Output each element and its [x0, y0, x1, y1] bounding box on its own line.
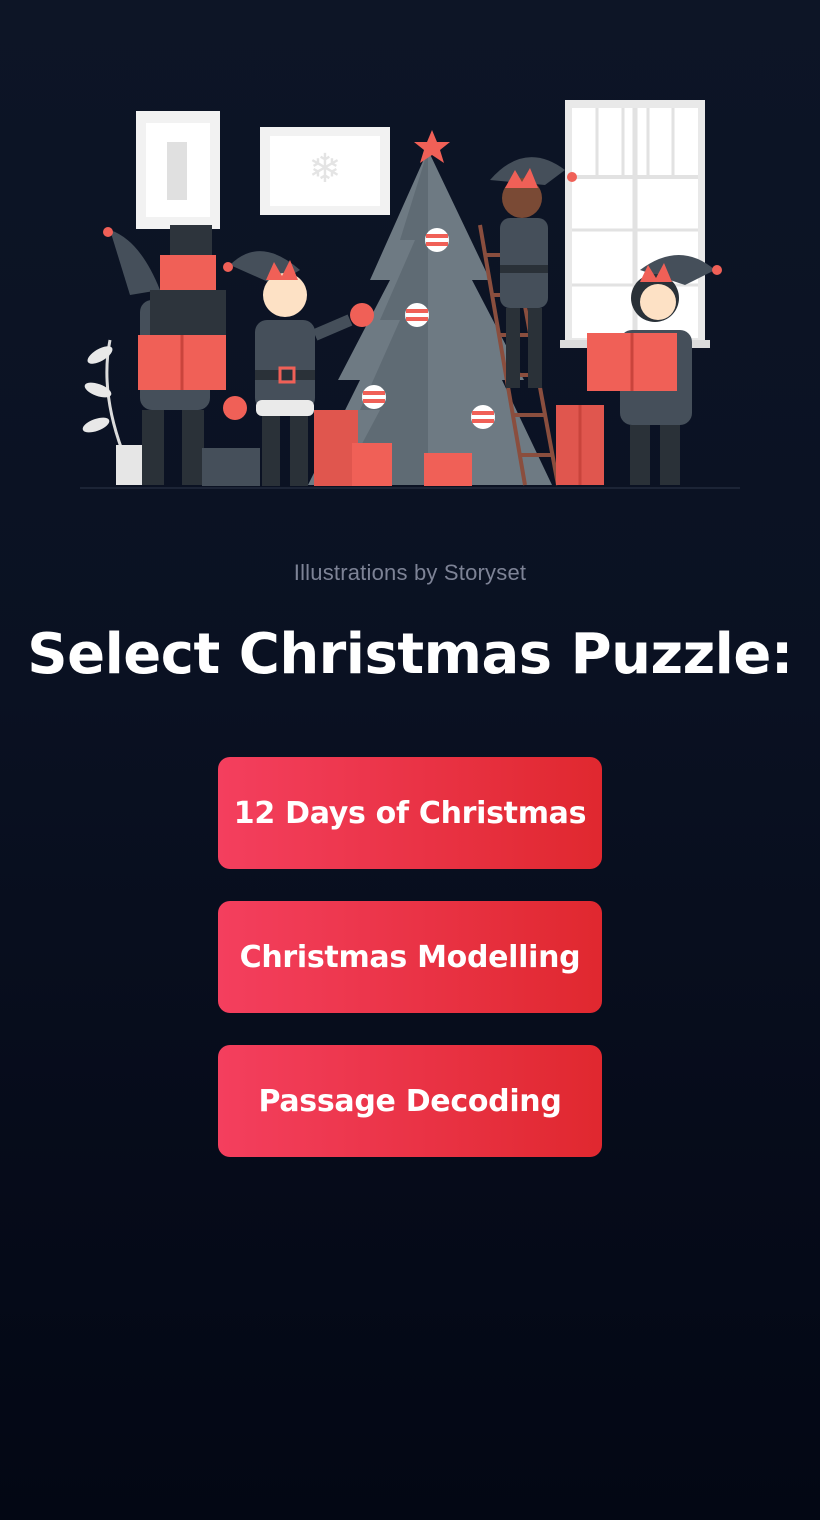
- puzzle-button-passage-decoding[interactable]: Passage Decoding: [218, 1045, 602, 1157]
- page-title: Select Christmas Puzzle:: [27, 622, 793, 687]
- puzzle-button-christmas-modelling[interactable]: Christmas Modelling: [218, 901, 602, 1013]
- illustration-credit: Illustrations by Storyset: [293, 560, 527, 585]
- puzzle-button-12-days-of-christmas[interactable]: 12 Days of Christmas: [218, 757, 602, 869]
- svg-text:❄: ❄: [308, 146, 342, 192]
- star-icon: [414, 130, 450, 163]
- picture-frame-left: [136, 111, 220, 229]
- picture-frame-middle: ❄: [260, 127, 390, 215]
- christmas-elves-illustration: ❄: [80, 100, 740, 489]
